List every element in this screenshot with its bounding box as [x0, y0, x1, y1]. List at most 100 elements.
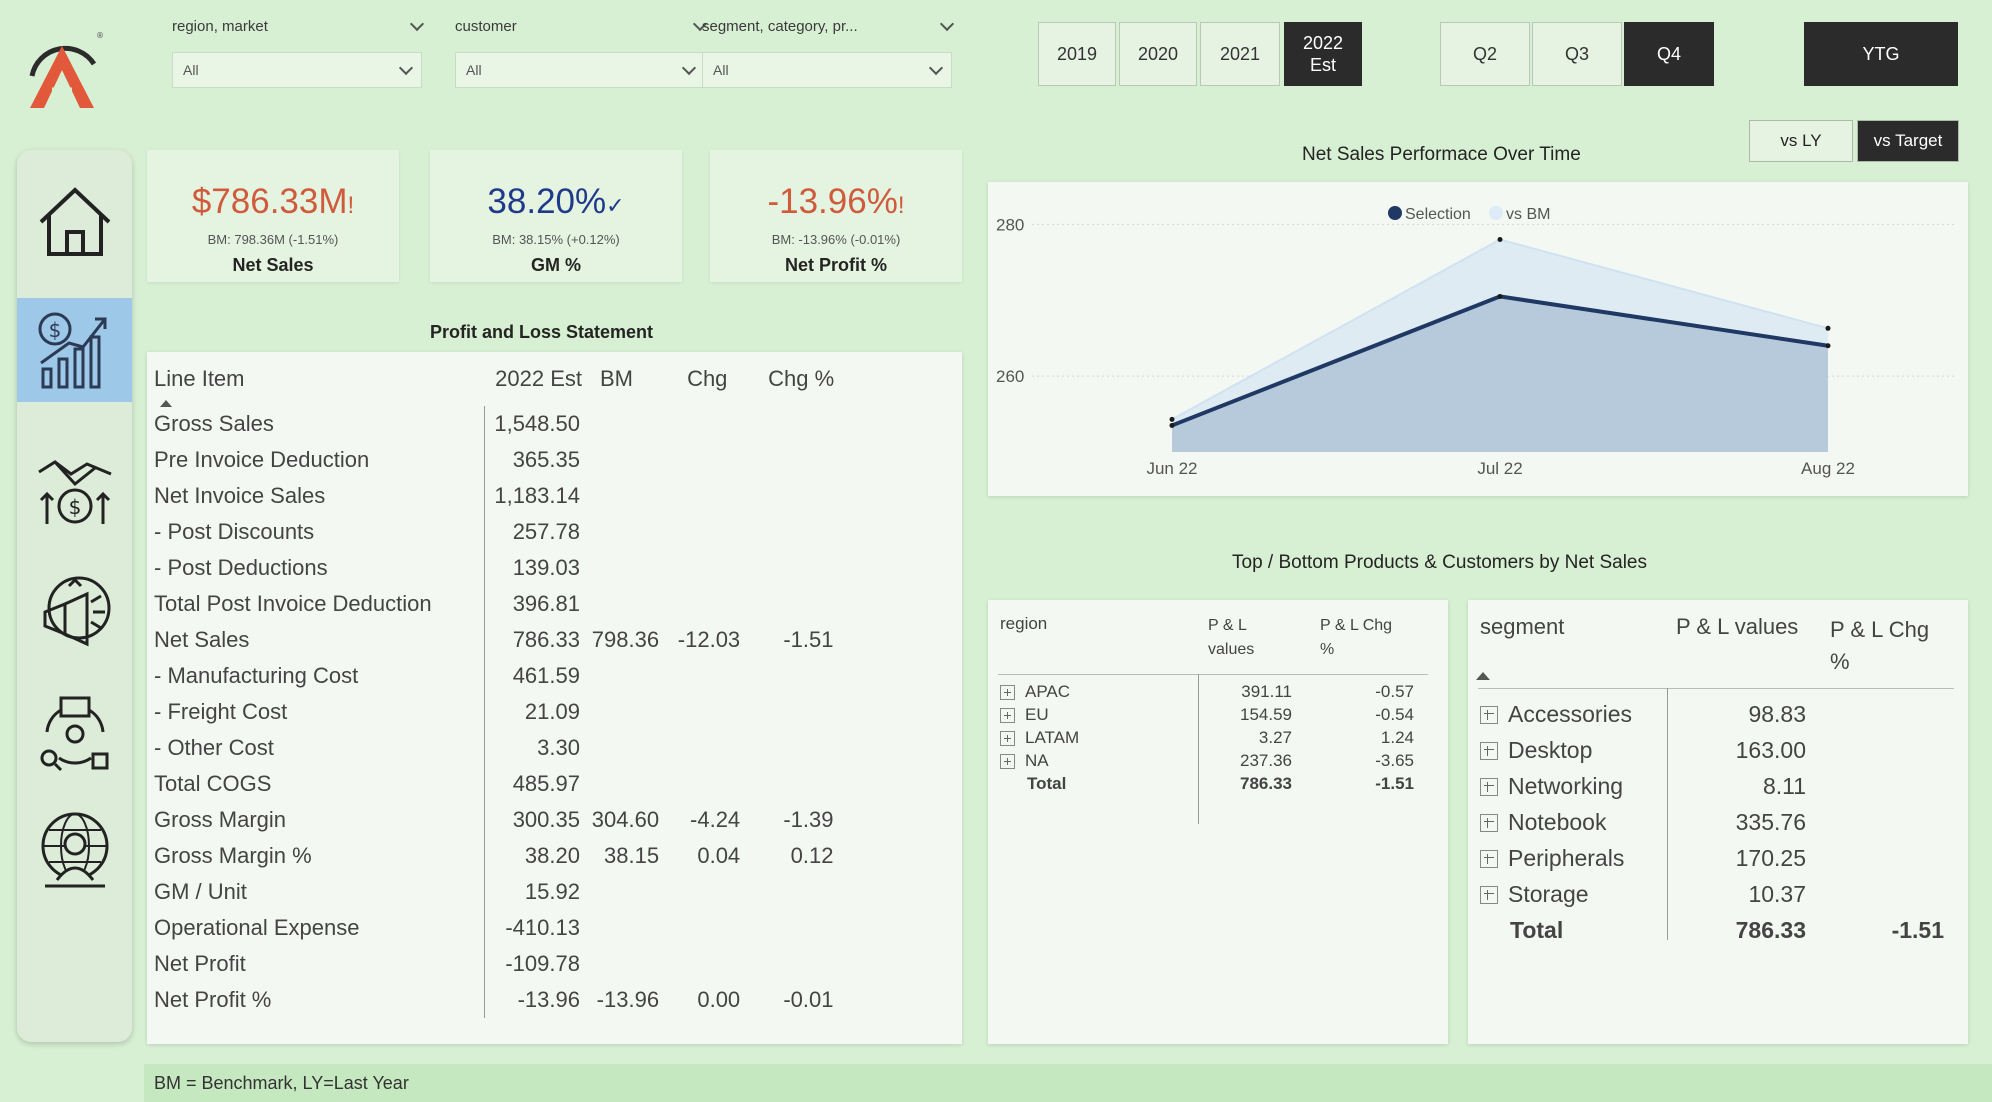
- svg-text:$: $: [48, 318, 61, 342]
- segment-row[interactable]: Storage 10.37: [1480, 876, 1944, 912]
- segment-name: Notebook: [1508, 808, 1607, 835]
- nav-sales[interactable]: $: [17, 440, 132, 544]
- chart-title: Net Sales Performace Over Time: [1302, 144, 1581, 165]
- filter-dropdown[interactable]: All: [702, 52, 952, 88]
- pl-row[interactable]: - Other Cost 3.30: [154, 730, 844, 766]
- pl-row[interactable]: Net Profit -109.78: [154, 946, 844, 982]
- segment-row[interactable]: Notebook 335.76: [1480, 804, 1944, 840]
- segment-row[interactable]: Peripherals 170.25: [1480, 840, 1944, 876]
- ytg-button[interactable]: YTG: [1804, 22, 1958, 86]
- pl-cell: [750, 766, 843, 802]
- region-header-values[interactable]: P & L values: [1208, 614, 1278, 662]
- pl-row[interactable]: Total Post Invoice Deduction 396.81: [154, 586, 844, 622]
- kpi-card-net-sales[interactable]: $786.33M! BM: 798.36M (-1.51%) Net Sales: [147, 150, 399, 282]
- filter-segment-category[interactable]: segment, category, pr... All: [702, 14, 955, 88]
- pl-row[interactable]: Operational Expense -410.13: [154, 910, 844, 946]
- y-tick-label: 260: [996, 367, 1024, 386]
- region-total-row[interactable]: Total 786.33 -1.51: [1000, 772, 1414, 795]
- pl-header-chg[interactable]: Chg: [669, 362, 750, 406]
- sort-ascending-icon[interactable]: [1476, 672, 1490, 680]
- pl-cell: [590, 766, 669, 802]
- expand-plus-icon[interactable]: [1480, 706, 1498, 725]
- pl-row[interactable]: - Freight Cost 21.09: [154, 694, 844, 730]
- expand-plus-icon[interactable]: [1000, 684, 1015, 700]
- pl-cell: [590, 586, 669, 622]
- pl-header-2022-est[interactable]: 2022 Est: [485, 362, 590, 406]
- nav-finance[interactable]: $: [17, 298, 132, 402]
- legend-label-vs-bm: vs BM: [1506, 206, 1550, 223]
- segment-header-chg[interactable]: P & L Chg %: [1830, 614, 1950, 678]
- expand-plus-icon[interactable]: [1480, 886, 1498, 905]
- pl-header-chg-pct[interactable]: Chg %: [750, 362, 843, 406]
- pl-row[interactable]: - Post Deductions 139.03: [154, 550, 844, 586]
- pl-row[interactable]: Net Profit % -13.96 -13.96 0.00 -0.01: [154, 982, 844, 1018]
- pl-row[interactable]: Pre Invoice Deduction 365.35: [154, 442, 844, 478]
- vs-ly-toggle[interactable]: vs LY: [1749, 120, 1853, 162]
- pl-row[interactable]: Net Invoice Sales 1,183.14: [154, 478, 844, 514]
- pl-row[interactable]: Gross Sales 1,548.50: [154, 406, 844, 442]
- pl-row[interactable]: - Post Discounts 257.78: [154, 514, 844, 550]
- year-button-2022-est[interactable]: 2022 Est: [1284, 22, 1362, 86]
- pl-cell: [590, 478, 669, 514]
- net-sales-area-chart[interactable]: 260 280 Jun 22 Jul 22 Aug 22 Selection vs BM: [988, 182, 1968, 496]
- segment-cell: Notebook: [1480, 804, 1670, 840]
- pl-row[interactable]: Gross Margin 300.35 304.60 -4.24 -1.39: [154, 802, 844, 838]
- segment-total-row[interactable]: Total 786.33 -1.51: [1480, 912, 1944, 948]
- pl-line-item: Gross Margin: [154, 802, 486, 838]
- segment-header-values[interactable]: P & L values: [1676, 614, 1798, 640]
- filter-dropdown[interactable]: All: [172, 52, 422, 88]
- pl-header-line-item[interactable]: Line Item: [154, 362, 485, 407]
- nav-home[interactable]: [17, 170, 132, 274]
- chevron-down-icon[interactable]: [939, 16, 955, 31]
- year-button-2021[interactable]: 2021: [1200, 22, 1280, 86]
- expand-plus-icon[interactable]: [1000, 753, 1015, 769]
- region-row[interactable]: LATAM 3.27 1.24: [1000, 726, 1414, 749]
- nav-global[interactable]: [17, 798, 132, 902]
- pl-row[interactable]: - Manufacturing Cost 461.59: [154, 658, 844, 694]
- pl-cell: [590, 694, 669, 730]
- segment-row[interactable]: Accessories 98.83: [1480, 696, 1944, 732]
- expand-plus-icon[interactable]: [1480, 742, 1498, 761]
- filter-customer[interactable]: customer All: [455, 14, 708, 88]
- segment-header-segment[interactable]: segment: [1480, 614, 1564, 640]
- segment-cell: Accessories: [1480, 696, 1670, 732]
- segment-row[interactable]: Networking 8.11: [1480, 768, 1944, 804]
- pl-row[interactable]: Net Sales 786.33 798.36 -12.03 -1.51: [154, 622, 844, 658]
- nav-marketing[interactable]: [17, 560, 132, 664]
- pl-row[interactable]: Total COGS 485.97: [154, 766, 844, 802]
- pl-header-bm[interactable]: BM: [590, 362, 669, 406]
- region-header-region[interactable]: region: [1000, 614, 1047, 634]
- kpi-card-gm-percent[interactable]: 38.20%✓ BM: 38.15% (+0.12%) GM %: [430, 150, 682, 282]
- year-button-2020[interactable]: 2020: [1119, 22, 1197, 86]
- region-cell: 786.33: [1176, 772, 1292, 795]
- x-tick-label: Jun 22: [1146, 459, 1197, 478]
- expand-plus-icon[interactable]: [1480, 778, 1498, 797]
- chevron-down-icon[interactable]: [409, 16, 425, 31]
- expand-plus-icon[interactable]: [1480, 814, 1498, 833]
- segment-value: 163.00: [1735, 736, 1806, 763]
- segment-row[interactable]: Desktop 163.00: [1480, 732, 1944, 768]
- region-row[interactable]: NA 237.36 -3.65: [1000, 749, 1414, 772]
- region-header-chg[interactable]: P & L Chg %: [1320, 614, 1400, 662]
- segment-cell: Peripherals: [1480, 840, 1670, 876]
- expand-plus-icon[interactable]: [1000, 730, 1015, 746]
- expand-plus-icon[interactable]: [1000, 707, 1015, 723]
- expand-plus-icon[interactable]: [1480, 850, 1498, 869]
- region-row[interactable]: EU 154.59 -0.54: [1000, 703, 1414, 726]
- quarter-button-q4[interactable]: Q4: [1624, 22, 1714, 86]
- pl-row[interactable]: Gross Margin % 38.20 38.15 0.04 0.12: [154, 838, 844, 874]
- vs-target-toggle[interactable]: vs Target: [1857, 120, 1959, 162]
- quarter-button-q2[interactable]: Q2: [1440, 22, 1530, 86]
- pl-cell: -4.24: [690, 807, 741, 832]
- filter-region-market[interactable]: region, market All: [172, 14, 425, 88]
- quarter-button-q3[interactable]: Q3: [1532, 22, 1622, 86]
- pl-cell: 786.33: [512, 627, 580, 652]
- nav-supply-chain[interactable]: [17, 680, 132, 784]
- region-row[interactable]: APAC 391.11 -0.57: [1000, 680, 1414, 703]
- year-button-2019[interactable]: 2019: [1038, 22, 1116, 86]
- pl-cell: [750, 586, 843, 622]
- kpi-card-net-profit[interactable]: -13.96%! BM: -13.96% (-0.01%) Net Profit…: [710, 150, 962, 282]
- pl-row[interactable]: GM / Unit 15.92: [154, 874, 844, 910]
- filter-dropdown[interactable]: All: [455, 52, 705, 88]
- pl-line-item: Pre Invoice Deduction: [154, 442, 486, 478]
